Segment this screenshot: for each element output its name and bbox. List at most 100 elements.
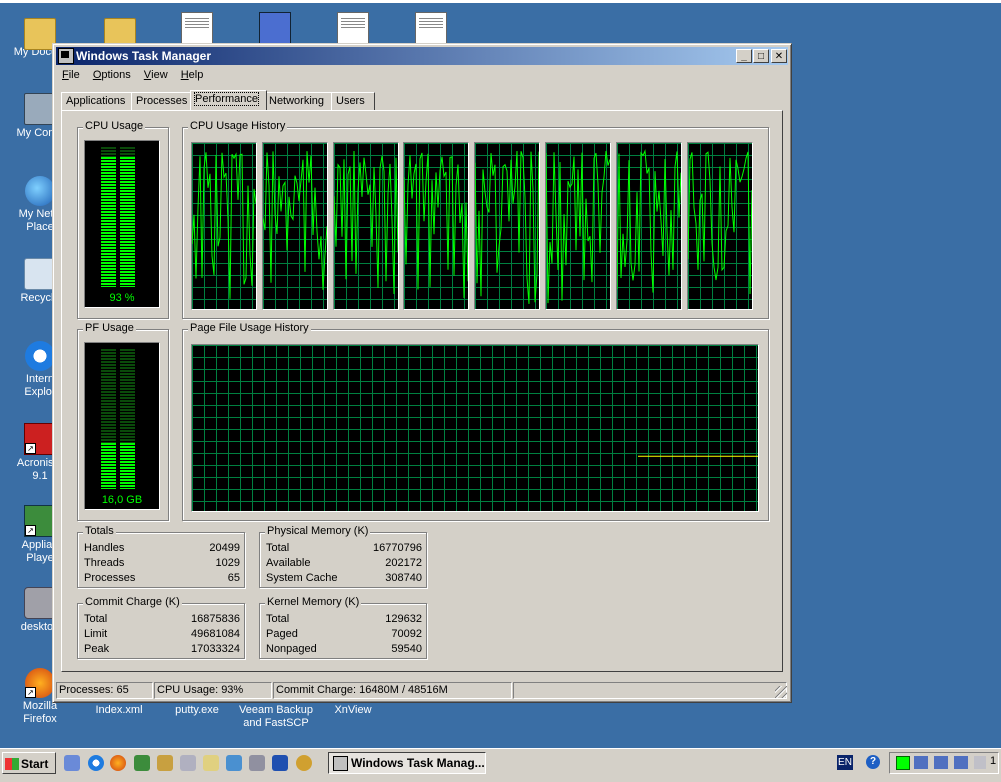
resize-grip[interactable] [775, 686, 787, 698]
network-tray-icon-2[interactable] [934, 756, 948, 769]
commit-charge-label: Commit Charge (K) [83, 596, 182, 608]
start-label: Start [21, 757, 49, 771]
desktop-icon-label: Index.xml [95, 704, 143, 716]
stat-value: 70092 [391, 628, 422, 640]
stat-value: 17033324 [191, 643, 240, 655]
desktop-icon-document-3[interactable] [396, 12, 466, 46]
menu-file-label: ile [68, 69, 80, 81]
windows-logo-icon [5, 758, 19, 770]
stat-value: 202172 [385, 557, 422, 569]
task-manager-window[interactable]: Windows Task Manager _ □ ✕ File Options … [52, 43, 792, 703]
menu-view[interactable]: View [139, 67, 173, 83]
taskbar: Start Windows Task Manag... EN ? 1 [0, 748, 1001, 782]
quicklaunch-server-icon[interactable] [249, 755, 265, 771]
quicklaunch-network-icon[interactable] [226, 755, 242, 771]
quicklaunch-misc-icon[interactable] [296, 755, 312, 771]
quicklaunch-tools-icon[interactable] [203, 755, 219, 771]
network-tray-icon[interactable] [914, 756, 928, 769]
desktop-icon-document[interactable] [162, 12, 232, 46]
cpu-meter-column-left [101, 147, 116, 287]
start-button[interactable]: Start [2, 752, 56, 774]
stat-key: Total [84, 613, 108, 625]
maximize-button[interactable]: □ [753, 49, 769, 63]
menu-options[interactable]: Options [88, 67, 136, 83]
document-icon [415, 12, 447, 44]
desktop-icon-putty[interactable]: putty.exe [162, 704, 232, 717]
cpu-usage-value: 93 % [109, 292, 135, 304]
desktop-icon-label: Veeam Backup and FastSCP [239, 704, 313, 729]
quicklaunch-app-icon[interactable] [134, 755, 150, 771]
stat-value: 16770796 [373, 542, 422, 554]
status-empty [513, 682, 787, 699]
title-bar[interactable]: Windows Task Manager _ □ ✕ [56, 47, 788, 65]
desktop-icon-index-xml[interactable]: Index.xml [84, 704, 154, 717]
help-icon[interactable]: ? [866, 755, 880, 769]
tab-users[interactable]: Users [331, 92, 375, 110]
cpu-history-line [546, 150, 610, 304]
network-tray-icon-3[interactable] [954, 756, 968, 769]
shortcut-arrow-icon: ↗ [25, 443, 36, 454]
cpu-core-graph [474, 142, 541, 310]
menu-options-mnemonic: O [92, 69, 102, 81]
tab-performance[interactable]: Performance [190, 90, 267, 110]
desktop-icon-folder[interactable] [85, 12, 155, 50]
tab-applications[interactable]: Applications [61, 92, 133, 110]
stat-key: Peak [84, 643, 110, 655]
pf-usage-value: 16,0 GB [101, 494, 143, 506]
cpu-history-line [192, 152, 256, 299]
stat-value: 1029 [215, 557, 240, 569]
pf-meter-fill [101, 442, 116, 489]
quicklaunch-ie-icon[interactable] [88, 755, 104, 771]
cpu-meter-column-right [120, 147, 135, 287]
cpu-core-graph [191, 142, 257, 310]
clock-text: 1 [990, 755, 997, 767]
menu-options-label: ptions [101, 69, 131, 81]
menu-file[interactable]: File [57, 67, 85, 83]
desktop-icon-label: Mozilla Firefox [22, 700, 58, 725]
cpu-tray-icon[interactable] [896, 756, 910, 770]
commit-charge-group: Commit Charge (K) Total 16875836 Limit 496… [77, 596, 245, 659]
performance-panel: CPU Usage 93 % CPU Usage History PF Usag… [61, 110, 783, 672]
quicklaunch-firefox-icon[interactable] [110, 755, 126, 771]
desktop-icon-veeam[interactable]: Veeam Backup and FastSCP [233, 704, 319, 730]
internet-explorer-icon [25, 341, 55, 371]
desktop-icon-xnview[interactable]: XnView [318, 704, 388, 717]
cpu-core-graph [615, 142, 682, 310]
network-computers-icon [259, 12, 291, 44]
desktop-icon-label: putty.exe [175, 704, 219, 716]
stat-key: Handles [84, 542, 125, 554]
close-button[interactable]: ✕ [771, 49, 787, 63]
stat-value: 129632 [385, 613, 422, 625]
cpu-history-line [687, 151, 752, 295]
stat-key: System Cache [266, 572, 338, 584]
pf-meter-column-left [101, 349, 116, 489]
cpu-usage-meter: 93 % [84, 140, 160, 308]
quicklaunch-folder-icon[interactable] [157, 755, 173, 771]
pf-usage-label: PF Usage [83, 322, 136, 334]
quicklaunch-drive-icon[interactable] [180, 755, 196, 771]
desktop-icon-network[interactable] [240, 12, 310, 46]
desktop-icon-document-2[interactable] [318, 12, 388, 46]
cpu-history-line [475, 150, 540, 304]
tab-networking[interactable]: Networking [264, 92, 334, 110]
menu-help-mnemonic: H [180, 69, 189, 81]
tab-processes[interactable]: Processes [131, 92, 193, 110]
menu-help-label: elp [188, 69, 204, 81]
stat-key: Processes [84, 572, 136, 584]
taskbar-task-manager-button[interactable]: Windows Task Manag... [328, 752, 486, 774]
language-indicator[interactable]: EN [837, 755, 853, 770]
speaker-tray-icon[interactable] [974, 756, 986, 769]
tab-label: Processes [136, 95, 188, 107]
shortcut-arrow-icon: ↗ [25, 525, 36, 536]
quicklaunch-desktop-icon[interactable] [64, 755, 80, 771]
minimize-button[interactable]: _ [736, 49, 752, 63]
stat-value: 16875836 [191, 613, 240, 625]
pf-usage-group: PF Usage 16,0 GB [77, 322, 169, 521]
pf-history-group: Page File Usage History [182, 322, 769, 521]
tab-label: Users [336, 95, 365, 107]
menu-help[interactable]: Help [176, 67, 209, 83]
status-bar: Processes: 65 CPU Usage: 93% Commit Char… [56, 682, 788, 699]
desktop-top-edge [0, 0, 1001, 3]
quicklaunch-remote-icon[interactable] [272, 755, 288, 771]
pf-meter-fill [120, 442, 135, 489]
